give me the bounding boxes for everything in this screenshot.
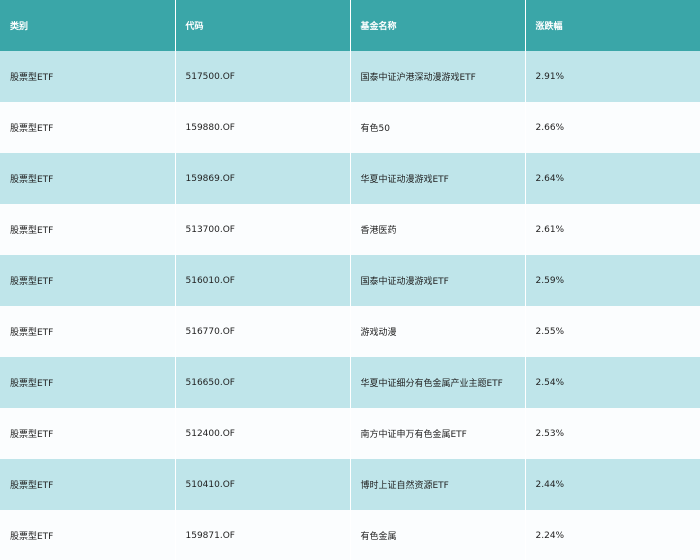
header-category: 类别 — [0, 0, 176, 51]
cell-code: 510410.OF — [175, 459, 351, 510]
cell-category: 股票型ETF — [0, 510, 176, 560]
cell-category: 股票型ETF — [0, 408, 176, 459]
table-row: 股票型ETF 159871.OF 有色金属 2.24% — [0, 510, 700, 560]
cell-code: 159880.OF — [175, 102, 351, 153]
cell-code: 512400.OF — [175, 408, 351, 459]
table-header: 类别 代码 基金名称 涨跌幅 — [0, 0, 700, 51]
table-row: 股票型ETF 516010.OF 国泰中证动漫游戏ETF 2.59% — [0, 255, 700, 306]
cell-fund-name: 游戏动漫 — [350, 306, 526, 357]
header-fund-name: 基金名称 — [350, 0, 526, 51]
header-code: 代码 — [175, 0, 351, 51]
table-body: 股票型ETF 517500.OF 国泰中证沪港深动漫游戏ETF 2.91% 股票… — [0, 51, 700, 560]
table-row: 股票型ETF 159880.OF 有色50 2.66% — [0, 102, 700, 153]
cell-change: 2.24% — [535, 530, 565, 541]
cell-fund-name: 香港医药 — [350, 204, 526, 255]
table-row: 股票型ETF 516770.OF 游戏动漫 2.55% — [0, 306, 700, 357]
cell-category: 股票型ETF — [0, 459, 176, 510]
cell-category: 股票型ETF — [0, 306, 176, 357]
cell-category: 股票型ETF — [0, 51, 176, 102]
table-row: 股票型ETF 510410.OF 博时上证自然资源ETF 2.44% — [0, 459, 700, 510]
cell-change: 2.66% — [535, 122, 565, 133]
cell-category: 股票型ETF — [0, 204, 176, 255]
cell-change: 2.53% — [535, 428, 565, 439]
table-row: 股票型ETF 512400.OF 南方中证申万有色金属ETF 2.53% — [0, 408, 700, 459]
cell-category: 股票型ETF — [0, 255, 176, 306]
cell-fund-name: 国泰中证沪港深动漫游戏ETF — [350, 51, 526, 102]
cell-code: 516010.OF — [175, 255, 351, 306]
header-row: 类别 代码 基金名称 涨跌幅 — [0, 0, 700, 51]
cell-fund-name: 国泰中证动漫游戏ETF — [350, 255, 526, 306]
cell-change: 2.59% — [535, 275, 565, 286]
cell-category: 股票型ETF — [0, 102, 176, 153]
table-row: 股票型ETF 513700.OF 香港医药 2.61% — [0, 204, 700, 255]
header-change: 涨跌幅 — [535, 22, 563, 32]
table-row: 股票型ETF 159869.OF 华夏中证动漫游戏ETF 2.64% — [0, 153, 700, 204]
cell-fund-name: 华夏中证动漫游戏ETF — [350, 153, 526, 204]
cell-code: 516770.OF — [175, 306, 351, 357]
table-row: 股票型ETF 517500.OF 国泰中证沪港深动漫游戏ETF 2.91% — [0, 51, 700, 102]
cell-code: 516650.OF — [175, 357, 351, 408]
cell-change: 2.54% — [535, 377, 565, 388]
cell-fund-name: 有色金属 — [350, 510, 526, 560]
cell-category: 股票型ETF — [0, 153, 176, 204]
cell-code: 517500.OF — [175, 51, 351, 102]
cell-fund-name: 博时上证自然资源ETF — [350, 459, 526, 510]
table-row: 股票型ETF 516650.OF 华夏中证细分有色金属产业主题ETF 2.54% — [0, 357, 700, 408]
fund-change-table: 类别 代码 基金名称 涨跌幅 股票型ETF 517500.OF 国泰中证沪港深动… — [0, 0, 700, 560]
cell-code: 159871.OF — [175, 510, 351, 560]
cell-change: 2.91% — [535, 71, 565, 82]
cell-category: 股票型ETF — [0, 357, 176, 408]
cell-fund-name: 南方中证申万有色金属ETF — [350, 408, 526, 459]
cell-change: 2.55% — [535, 326, 565, 337]
cell-code: 513700.OF — [175, 204, 351, 255]
cell-change: 2.61% — [535, 224, 565, 235]
cell-change: 2.64% — [535, 173, 565, 184]
cell-fund-name: 有色50 — [350, 102, 526, 153]
cell-fund-name: 华夏中证细分有色金属产业主题ETF — [350, 357, 526, 408]
cell-change: 2.44% — [535, 479, 565, 490]
cell-code: 159869.OF — [175, 153, 351, 204]
